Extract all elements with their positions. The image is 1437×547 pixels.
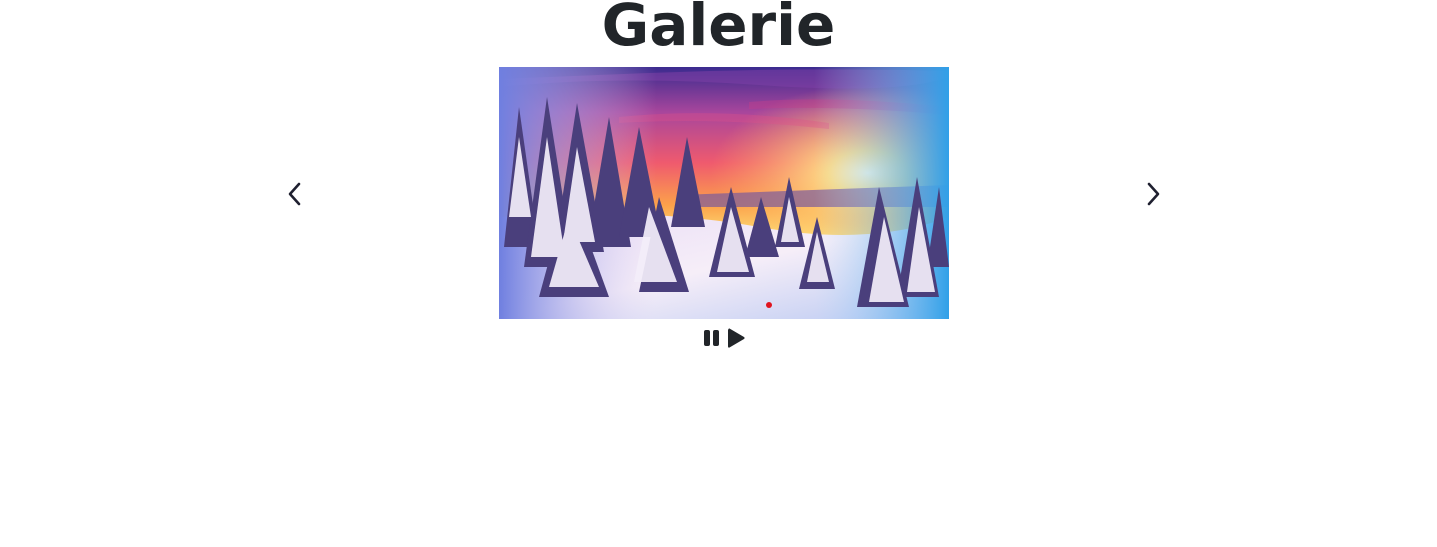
chevron-left-icon — [288, 182, 301, 206]
carousel-next-button[interactable] — [1137, 178, 1169, 210]
page-title: Galerie — [601, 0, 836, 59]
play-button[interactable] — [726, 326, 746, 350]
pause-icon — [704, 330, 719, 346]
play-icon — [728, 328, 745, 348]
gallery-page: Galerie — [0, 0, 1437, 547]
carousel-slide-image — [499, 67, 949, 319]
carousel-prev-button[interactable] — [279, 178, 311, 210]
carousel-indicator-active[interactable] — [766, 302, 772, 308]
chevron-right-icon — [1147, 182, 1160, 206]
carousel-controls — [702, 326, 746, 350]
pause-button[interactable] — [702, 326, 722, 350]
